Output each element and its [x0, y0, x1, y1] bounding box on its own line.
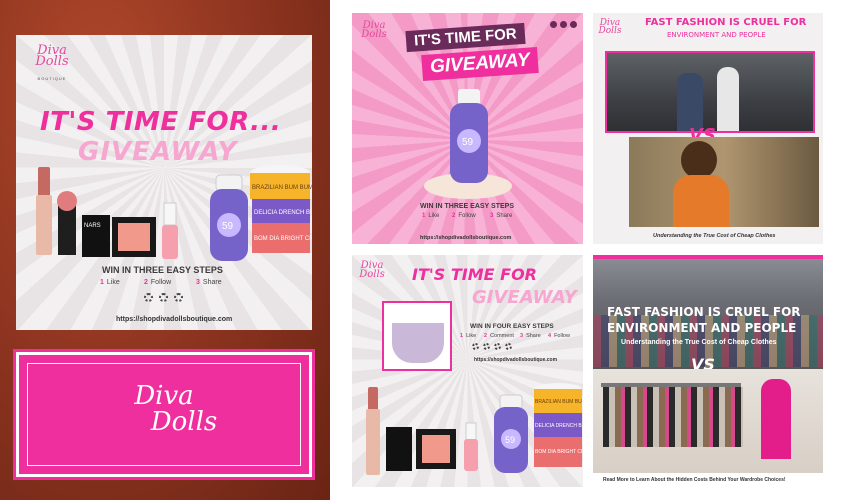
follow-icon [505, 343, 512, 350]
perfume-bottle-icon: 59 [210, 174, 248, 261]
top-accent-bar [593, 255, 823, 259]
bottle-label: 59 [222, 221, 234, 232]
product-arrangement: NARS 59 BRAZILIAN BUM BUM C DELICIA DREN… [36, 165, 312, 261]
jar-label-1: BRAZILIAN BUM BUM C [252, 185, 312, 191]
clothing-rack-photo [593, 369, 823, 473]
step-1: 1 Like [460, 333, 477, 339]
step-4: 4 Follow [548, 333, 570, 339]
step-3: 3 Share [196, 279, 222, 286]
nars-label: NARS [84, 223, 101, 229]
giveaway-title-line1: IT'S TIME FOR... [40, 107, 282, 137]
woman-photo [629, 137, 819, 227]
woman-head [681, 141, 717, 179]
jar-label-3: BOM DIA BRIGHT CRE [254, 236, 312, 242]
jar-label-2: DELICIA DRENCH BU [535, 423, 582, 429]
share-icon [174, 293, 183, 302]
jar-label-2: DELICIA DRENCH BU [254, 210, 312, 216]
website-url[interactable]: https://shopdivadollsboutique.com [420, 235, 511, 241]
lip-oil-icon [162, 202, 178, 259]
cream-jars-icon: BRAZILIAN BUM BUM C DELICIA DRENCH BU BO… [250, 165, 312, 253]
fast-fashion-title: FAST FASHION IS CRUEL FOR [607, 305, 801, 319]
lip-oil-icon [464, 422, 478, 471]
brand-logo: Diva Dolls BOUTIQUE [34, 44, 70, 85]
product-arrangement: 59 BRAZILIAN BUM BUM C DELICIA DRENCH BU… [366, 383, 582, 475]
jar-label-1: BRAZILIAN BUM BUM C [535, 399, 582, 405]
brand-logo-small: Diva Dolls [359, 260, 385, 280]
worker-figure-1 [677, 73, 703, 131]
instagram-icon [550, 21, 557, 28]
jar-label-3: BOM DIA BRIGHT CRE [535, 449, 582, 455]
step-1: 1 Like [100, 279, 120, 286]
steps-heading: WIN IN THREE EASY STEPS [102, 265, 223, 275]
comment-icon [483, 343, 490, 350]
brand-banner-line2: Dolls [150, 407, 218, 437]
fast-fashion-card-2[interactable]: FAST FASHION IS CRUEL FOR ENVIRONMENT AN… [593, 255, 823, 487]
steps-heading: WIN IN FOUR EASY STEPS [470, 323, 554, 330]
footer-text: Read More to Learn About the Hidden Cost… [603, 477, 786, 483]
footer-bar: Read More to Learn About the Hidden Cost… [593, 473, 823, 487]
giveaway-title-line1: IT'S TIME FOR [412, 265, 537, 284]
blush-square-icon [112, 217, 156, 257]
fast-fashion-caption: Understanding the True Cost of Cheap Clo… [653, 233, 776, 239]
step-3: 3 Share [490, 213, 513, 219]
giveaway-card-pink[interactable]: Diva Dolls IT'S TIME FOR GIVEAWAY 59 WIN… [352, 13, 583, 244]
step-1: 1 Like [422, 213, 440, 219]
step-icons [472, 343, 512, 350]
step-icons [144, 293, 183, 302]
step-2: 2 Follow [452, 213, 476, 219]
website-url[interactable]: https://shopdivadollsboutique.com [474, 357, 557, 363]
step-3: 3 Share [520, 333, 541, 339]
fast-fashion-caption: Understanding the True Cost of Cheap Clo… [621, 339, 777, 346]
logo-line2: Dolls [35, 54, 69, 69]
bottle-label-pink: 59 [462, 137, 474, 148]
brand-logo-small: Diva Dolls [361, 20, 387, 40]
brand-banner-line1: Diva [134, 381, 194, 411]
follow-icon [159, 293, 168, 302]
bottle-label-four: 59 [505, 435, 515, 445]
tiktok-icon [570, 21, 577, 28]
fast-fashion-title: FAST FASHION IS CRUEL FOR [645, 17, 807, 28]
step-2: 2 Follow [144, 279, 172, 286]
website-url[interactable]: https://shopdivadollsboutique.com [116, 316, 232, 323]
steps-heading: WIN IN THREE EASY STEPS [420, 203, 514, 210]
giveaway-card-four-steps[interactable]: Diva Dolls IT'S TIME FOR GIVEAWAY WIN IN… [352, 255, 583, 487]
hanging-clothes [603, 387, 743, 447]
social-icons [550, 21, 577, 28]
brand-banner: Diva Dolls [16, 352, 312, 477]
nars-compact-icon [386, 427, 412, 471]
perfume-bottle-icon: 59 [450, 89, 488, 183]
nars-compact-icon: NARS [82, 215, 110, 257]
giveaway-card-large[interactable]: Diva Dolls BOUTIQUE IT'S TIME FOR... GIV… [16, 35, 312, 330]
worker-figure-2 [717, 67, 739, 131]
cream-jars-icon: BRAZILIAN BUM BUM C DELICIA DRENCH BU BO… [534, 383, 582, 467]
fast-fashion-card[interactable]: Diva Dolls FAST FASHION IS CRUEL FOR ENV… [593, 13, 823, 244]
factory-photo [605, 51, 815, 133]
logo-sub: BOUTIQUE [37, 76, 67, 81]
brand-banner-logo: Diva Dolls [19, 383, 309, 435]
giveaway-title-line2: GIVEAWAY [472, 287, 577, 308]
fast-fashion-subtitle: ENVIRONMENT AND PEOPLE [667, 31, 766, 39]
basket-icon [392, 323, 444, 363]
like-icon [144, 293, 153, 302]
lipstick-icon [366, 387, 380, 475]
step-2: 2 Comment [484, 333, 514, 339]
blush-compact-icon [57, 191, 77, 255]
like-icon [472, 343, 479, 350]
perfume-bottle-icon: 59 [494, 394, 528, 473]
facebook-icon [560, 21, 567, 28]
gift-basket-photo [382, 301, 452, 371]
woman-body [673, 175, 729, 227]
brand-logo-small: Diva Dolls [598, 18, 622, 36]
lipstick-icon [36, 167, 52, 255]
share-icon [494, 343, 501, 350]
blush-square-icon [416, 429, 456, 469]
mannequin-outfit [761, 379, 791, 459]
fast-fashion-subtitle: ENVIRONMENT AND PEOPLE [607, 321, 797, 335]
